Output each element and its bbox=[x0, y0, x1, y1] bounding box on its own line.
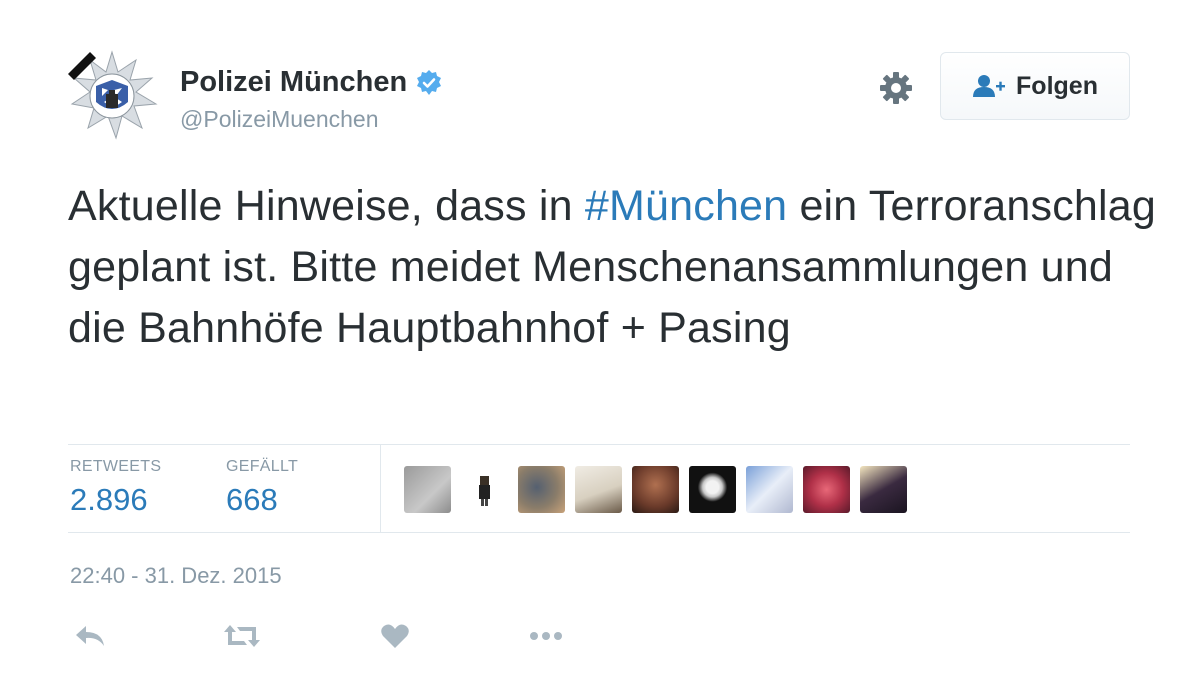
hashtag-link[interactable]: #München bbox=[585, 182, 787, 230]
retweets-count: 2.896 bbox=[70, 482, 148, 517]
liker-avatar[interactable] bbox=[404, 466, 451, 513]
tweet-text-start: Aktuelle Hinweise, dass in bbox=[68, 182, 585, 230]
more-button[interactable] bbox=[526, 620, 566, 652]
stats-top-divider bbox=[68, 444, 1130, 445]
account-name-row: Polizei München bbox=[180, 66, 443, 99]
liker-avatar[interactable] bbox=[746, 466, 793, 513]
account-name[interactable]: Polizei München bbox=[180, 66, 407, 99]
follow-button[interactable]: Folgen bbox=[940, 52, 1130, 120]
retweets-stat[interactable]: RETWEETS 2.896 bbox=[70, 458, 161, 518]
retweet-button[interactable] bbox=[222, 620, 262, 652]
retweet-icon bbox=[224, 625, 260, 647]
verified-badge-icon bbox=[417, 69, 442, 95]
follow-label: Folgen bbox=[1016, 71, 1098, 100]
like-icon bbox=[381, 624, 409, 648]
liker-avatars bbox=[404, 466, 907, 513]
liker-avatar[interactable] bbox=[461, 466, 508, 513]
stats-bottom-divider bbox=[68, 532, 1130, 533]
liker-avatar[interactable] bbox=[689, 466, 736, 513]
likes-stat[interactable]: GEFÄLLT 668 bbox=[226, 458, 298, 518]
reply-button[interactable] bbox=[74, 620, 106, 652]
likes-count: 668 bbox=[226, 482, 278, 517]
gear-icon[interactable] bbox=[878, 70, 914, 106]
tweet-text: Aktuelle Hinweise, dass in #München ein … bbox=[68, 176, 1168, 359]
liker-avatar[interactable] bbox=[632, 466, 679, 513]
stats-separator bbox=[380, 444, 381, 532]
retweets-label: RETWEETS bbox=[70, 458, 162, 475]
liker-avatar[interactable] bbox=[518, 466, 565, 513]
account-avatar[interactable] bbox=[66, 50, 158, 142]
reply-icon bbox=[76, 626, 104, 646]
more-icon bbox=[530, 632, 562, 640]
tweet-timestamp[interactable]: 22:40 - 31. Dez. 2015 bbox=[70, 563, 282, 589]
likes-label: GEFÄLLT bbox=[226, 458, 299, 475]
like-button[interactable] bbox=[380, 620, 410, 652]
liker-avatar[interactable] bbox=[575, 466, 622, 513]
liker-avatar[interactable] bbox=[860, 466, 907, 513]
account-handle[interactable]: @PolizeiMuenchen bbox=[180, 106, 379, 133]
liker-avatar[interactable] bbox=[803, 466, 850, 513]
add-user-icon bbox=[973, 75, 1006, 97]
